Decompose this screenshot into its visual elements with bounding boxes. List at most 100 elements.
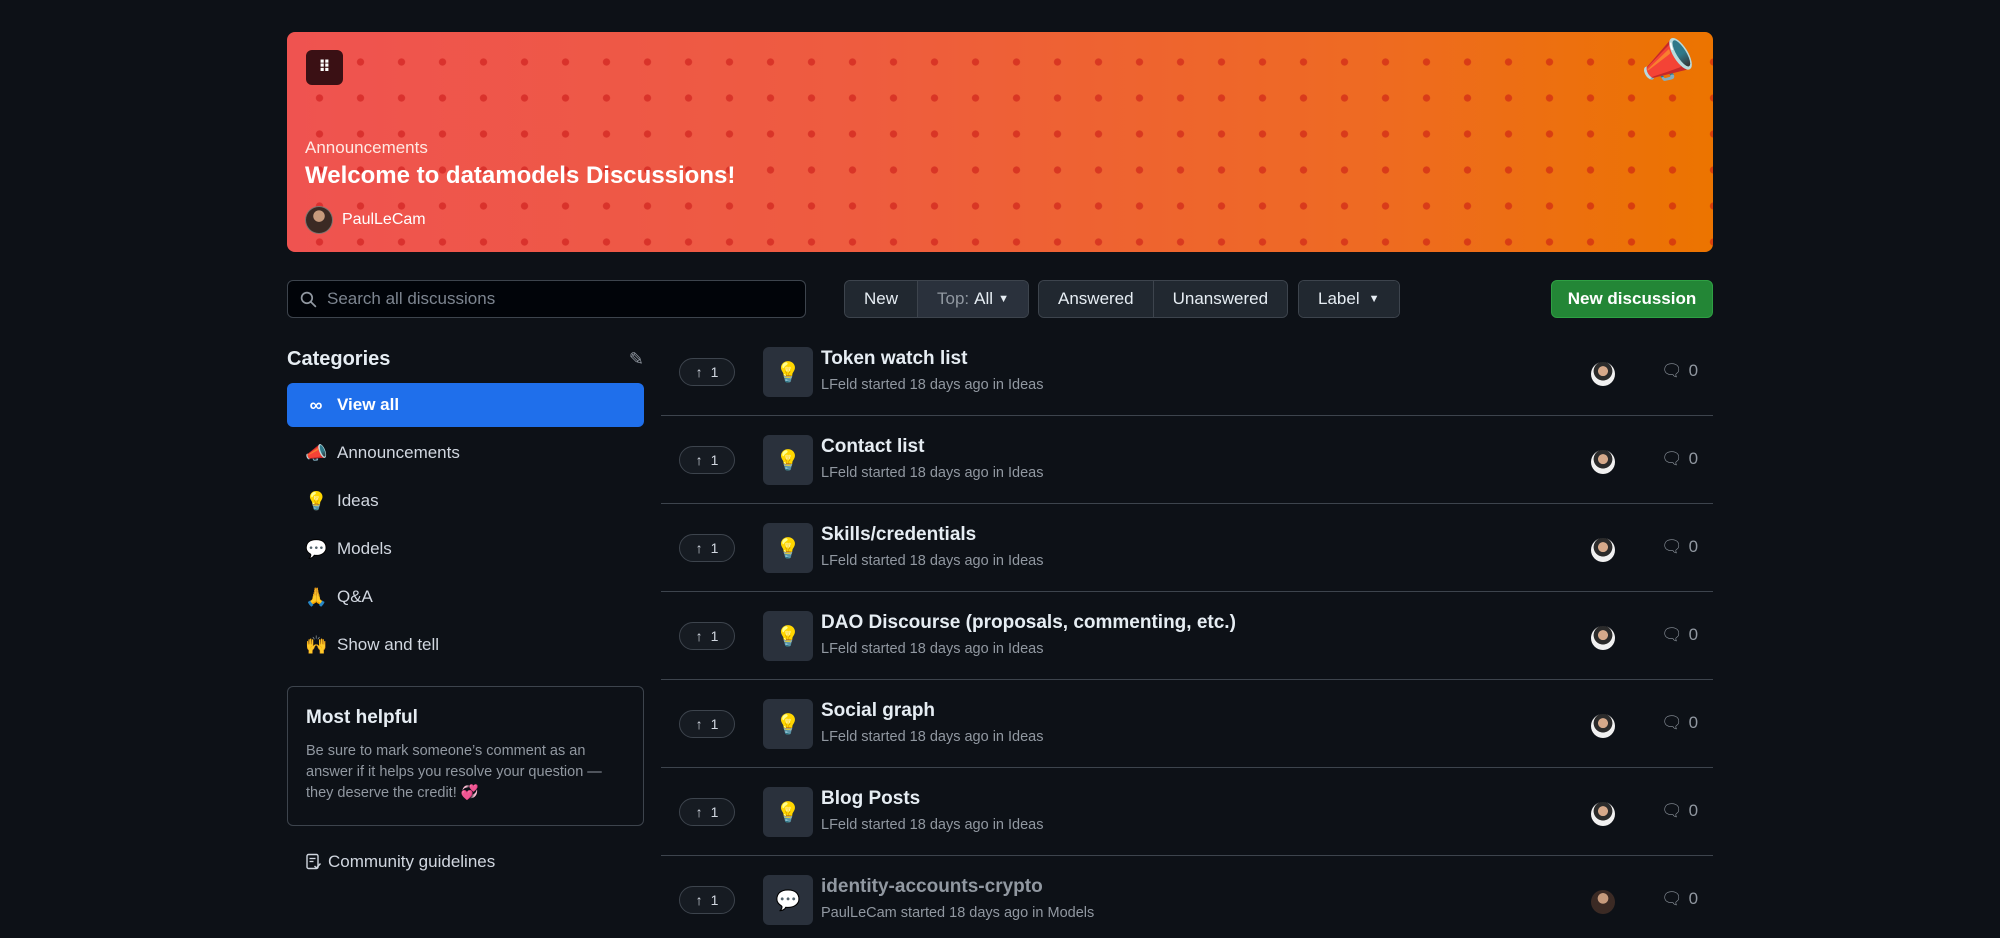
comment-icon: 🗨 xyxy=(1661,713,1683,732)
lightbulb-icon: 💡 xyxy=(763,787,813,837)
filter-answered-button[interactable]: Answered xyxy=(1039,281,1154,317)
upvote-button[interactable]: ↑ 1 xyxy=(679,622,735,650)
speech-bubble-icon: 💬 xyxy=(305,538,328,559)
category-ideas[interactable]: 💡 Ideas xyxy=(287,479,644,523)
comment-icon: 🗨 xyxy=(1661,801,1683,820)
upvote-button[interactable]: ↑ 1 xyxy=(679,358,735,386)
lightbulb-icon: 💡 xyxy=(763,347,813,397)
banner-title[interactable]: Welcome to datamodels Discussions! xyxy=(305,162,735,190)
discussion-title[interactable]: Social graph xyxy=(821,700,935,722)
comment-icon: 🗨 xyxy=(1661,889,1683,908)
comment-count[interactable]: 🗨 0 xyxy=(1661,801,1698,821)
lightbulb-icon: 💡 xyxy=(763,435,813,485)
discussion-title[interactable]: identity-accounts-crypto xyxy=(821,876,1043,898)
discussion-meta: PaulLeCam started 18 days ago in Models xyxy=(821,905,1095,921)
discussion-title[interactable]: Token watch list xyxy=(821,348,967,370)
upvote-button[interactable]: ↑ 1 xyxy=(679,710,735,738)
discussion-row[interactable]: ↑ 1 💡 Token watch list LFeld started 18 d… xyxy=(661,328,1713,416)
discussion-row[interactable]: ↑ 1 💬 identity-accounts-crypto PaulLeCam … xyxy=(661,856,1713,938)
discussion-title[interactable]: Contact list xyxy=(821,436,924,458)
avatar[interactable] xyxy=(1591,802,1615,826)
avatar[interactable] xyxy=(1591,626,1615,650)
discussion-title[interactable]: Skills/credentials xyxy=(821,524,976,546)
arrow-up-icon: ↑ xyxy=(695,628,703,644)
pencil-icon[interactable]: ✎ xyxy=(629,349,644,370)
comment-number: 0 xyxy=(1688,361,1699,380)
comment-number: 0 xyxy=(1688,889,1699,908)
comment-count[interactable]: 🗨 0 xyxy=(1661,713,1698,733)
new-discussion-button[interactable]: New discussion xyxy=(1551,280,1713,318)
sort-top-prefix: Top: xyxy=(937,289,970,308)
discussion-row[interactable]: ↑ 1 💡 Skills/credentials LFeld started 18… xyxy=(661,504,1713,592)
search-box[interactable] xyxy=(287,280,806,318)
discussion-list: ↑ 1 💡 Token watch list LFeld started 18 d… xyxy=(661,328,1713,938)
comment-count[interactable]: 🗨 0 xyxy=(1661,449,1698,469)
label-menu-text: Label xyxy=(1318,289,1360,308)
category-label: Announcements xyxy=(337,443,460,462)
category-label: Ideas xyxy=(337,491,379,510)
comment-count[interactable]: 🗨 0 xyxy=(1661,537,1698,557)
banner-author-name[interactable]: PaulLeCam xyxy=(342,211,426,229)
category-models[interactable]: 💬 Models xyxy=(287,527,644,571)
discussions-page: ⠿ 📣 Announcements Welcome to datamodels … xyxy=(287,0,1713,938)
category-announcements[interactable]: 📣 Announcements xyxy=(287,431,644,475)
label-filter-group: Label ▼ xyxy=(1298,280,1400,318)
community-guidelines-link[interactable]: Community guidelines xyxy=(305,852,495,872)
vote-count: 1 xyxy=(710,452,719,468)
avatar[interactable] xyxy=(1591,538,1615,562)
discussion-title[interactable]: DAO Discourse (proposals, commenting, et… xyxy=(821,612,1236,634)
comment-number: 0 xyxy=(1688,625,1699,644)
upvote-button[interactable]: ↑ 1 xyxy=(679,798,735,826)
upvote-button[interactable]: ↑ 1 xyxy=(679,534,735,562)
speech-bubble-icon: 💬 xyxy=(763,875,813,925)
banner-category[interactable]: Announcements xyxy=(305,138,428,158)
avatar[interactable] xyxy=(1591,450,1615,474)
category-qa[interactable]: 🙏 Q&A xyxy=(287,575,644,619)
discussion-row[interactable]: ↑ 1 💡 Contact list LFeld started 18 days … xyxy=(661,416,1713,504)
answer-filter-group: Answered Unanswered xyxy=(1038,280,1289,318)
avatar[interactable] xyxy=(1591,362,1615,386)
comment-count[interactable]: 🗨 0 xyxy=(1661,361,1698,381)
filter-unanswered-button[interactable]: Unanswered xyxy=(1153,281,1288,317)
discussion-meta: LFeld started 18 days ago in Ideas xyxy=(821,465,1044,481)
most-helpful-title: Most helpful xyxy=(306,707,418,728)
guidelines-label: Community guidelines xyxy=(328,852,496,871)
category-label: View all xyxy=(337,395,400,414)
sort-group: New Top: All ▼ xyxy=(844,280,1029,318)
category-show-and-tell[interactable]: 🙌 Show and tell xyxy=(287,623,644,667)
most-helpful-box: Most helpful Be sure to mark someone’s c… xyxy=(287,686,644,826)
lightbulb-icon: 💡 xyxy=(763,699,813,749)
avatar[interactable] xyxy=(1591,890,1615,914)
upvote-button[interactable]: ↑ 1 xyxy=(679,886,735,914)
upvote-button[interactable]: ↑ 1 xyxy=(679,446,735,474)
banner-author[interactable]: PaulLeCam xyxy=(305,206,426,234)
folded-hands-icon: 🙏 xyxy=(305,586,328,607)
category-label: Q&A xyxy=(337,587,373,606)
sort-top-button[interactable]: Top: All ▼ xyxy=(918,281,1028,317)
comment-icon: 🗨 xyxy=(1661,449,1683,468)
discussion-title[interactable]: Blog Posts xyxy=(821,788,920,810)
arrow-up-icon: ↑ xyxy=(695,892,703,908)
label-menu-button[interactable]: Label ▼ xyxy=(1299,281,1399,317)
discussion-meta: LFeld started 18 days ago in Ideas xyxy=(821,817,1044,833)
discussion-row[interactable]: ↑ 1 💡 Blog Posts LFeld started 18 days ag… xyxy=(661,768,1713,856)
discussion-meta: LFeld started 18 days ago in Ideas xyxy=(821,641,1044,657)
grip-icon[interactable]: ⠿ xyxy=(306,50,343,85)
most-helpful-text: Be sure to mark someone’s comment as an … xyxy=(306,743,602,801)
avatar[interactable] xyxy=(1591,714,1615,738)
vote-count: 1 xyxy=(710,892,719,908)
sort-new-button[interactable]: New xyxy=(845,281,919,317)
discussion-row[interactable]: ↑ 1 💡 DAO Discourse (proposals, commentin… xyxy=(661,592,1713,680)
discussion-row[interactable]: ↑ 1 💡 Social graph LFeld started 18 days … xyxy=(661,680,1713,768)
category-view-all[interactable]: ∞ View all xyxy=(287,383,644,427)
comment-number: 0 xyxy=(1688,713,1699,732)
discussion-meta: LFeld started 18 days ago in Ideas xyxy=(821,729,1044,745)
announcement-banner[interactable]: ⠿ 📣 Announcements Welcome to datamodels … xyxy=(287,32,1713,252)
comment-count[interactable]: 🗨 0 xyxy=(1661,889,1698,909)
lightbulb-icon: 💡 xyxy=(763,523,813,573)
avatar[interactable] xyxy=(305,206,333,234)
comment-count[interactable]: 🗨 0 xyxy=(1661,625,1698,645)
search-input[interactable] xyxy=(327,289,787,309)
vote-count: 1 xyxy=(710,540,719,556)
megaphone-icon: 📣 xyxy=(305,442,328,463)
